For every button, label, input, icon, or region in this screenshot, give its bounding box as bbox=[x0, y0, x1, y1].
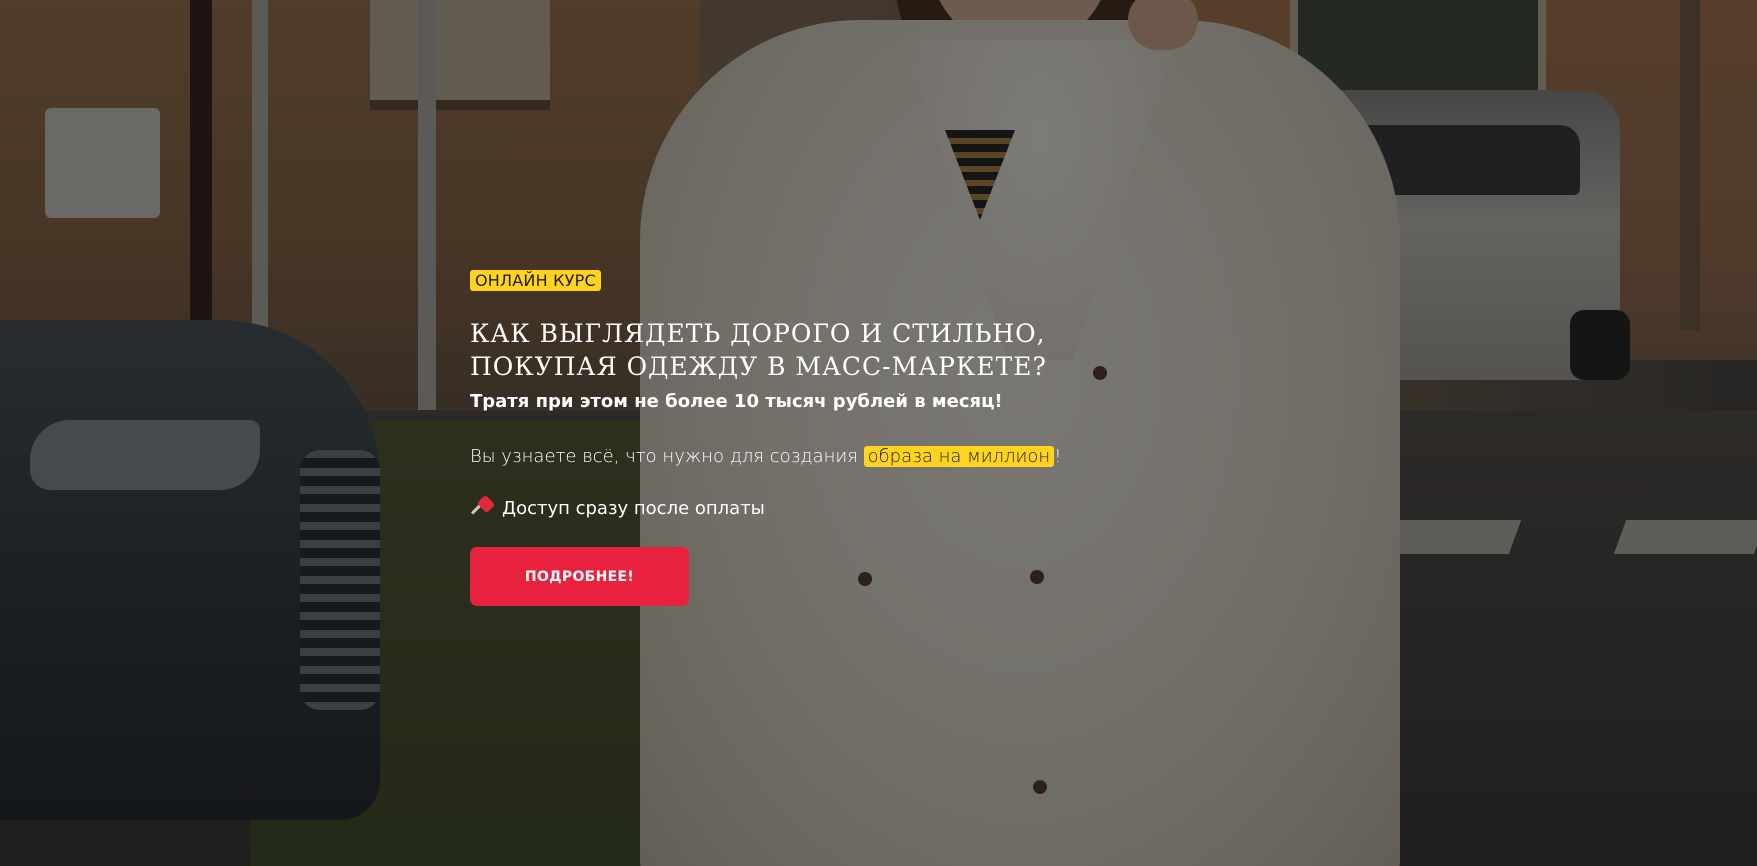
access-text: Доступ сразу после оплаты bbox=[502, 498, 765, 519]
access-note: Доступ сразу после оплаты bbox=[470, 494, 1170, 521]
desc-highlight: образа на миллион bbox=[863, 446, 1055, 467]
pushpin-icon bbox=[470, 494, 496, 521]
hero-subtitle: Тратя при этом не более 10 тысяч рублей … bbox=[470, 391, 1003, 412]
more-details-button[interactable]: ПОДРОБНЕЕ! bbox=[470, 547, 689, 606]
hero-description: Вы узнаете всё, что нужно для создания о… bbox=[470, 445, 1170, 469]
desc-text: Вы узнаете всё, что нужно для создания bbox=[470, 446, 864, 467]
hero-content: ОНЛАЙН КУРС КАК ВЫГЛЯДЕТЬ ДОРОГО И СТИЛЬ… bbox=[470, 270, 1170, 606]
hero-title-line-1: КАК ВЫГЛЯДЕТЬ ДОРОГО И СТИЛЬНО, bbox=[470, 319, 1046, 348]
desc-end: ! bbox=[1054, 446, 1062, 467]
course-badge: ОНЛАЙН КУРС bbox=[470, 270, 601, 291]
hero-title: КАК ВЫГЛЯДЕТЬ ДОРОГО И СТИЛЬНО, ПОКУПАЯ … bbox=[470, 317, 1170, 383]
hero-title-line-2: ПОКУПАЯ ОДЕЖДУ В МАСС-МАРКЕТЕ? bbox=[470, 352, 1047, 381]
